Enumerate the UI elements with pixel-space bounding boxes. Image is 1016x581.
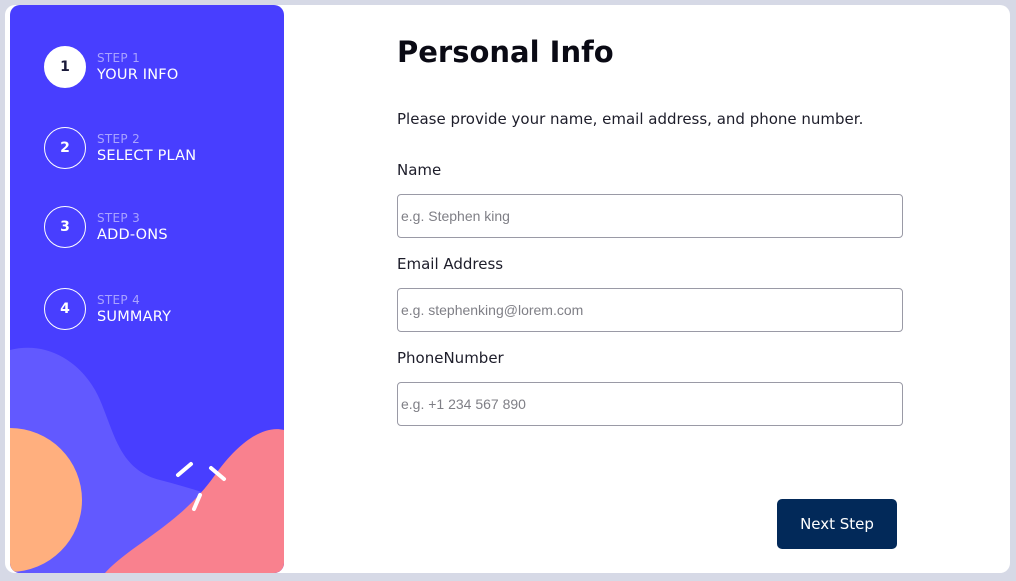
step-title: SUMMARY [97,309,172,325]
name-input[interactable] [397,194,903,238]
page-subtitle: Please provide your name, email address,… [397,110,864,128]
phone-input[interactable] [397,382,903,426]
step-3[interactable]: 3 STEP 3 ADD-ONS [44,206,168,248]
personal-info-form: Personal Info Please provide your name, … [397,5,917,573]
step-number-badge: 2 [44,127,86,169]
page-title: Personal Info [397,35,614,69]
step-title: SELECT PLAN [97,148,197,164]
step-4[interactable]: 4 STEP 4 SUMMARY [44,288,171,330]
step-label: STEP 4 [97,293,141,307]
step-label: STEP 2 [97,132,141,146]
step-label: STEP 1 [97,51,141,65]
step-number-badge: 1 [44,46,86,88]
email-label: Email Address [397,255,504,273]
form-card: 1 STEP 1 YOUR INFO 2 STEP 2 SELECT PLAN … [5,5,1010,573]
step-title: ADD-ONS [97,227,168,243]
step-number-badge: 4 [44,288,86,330]
step-title: YOUR INFO [97,67,179,83]
steps-sidebar: 1 STEP 1 YOUR INFO 2 STEP 2 SELECT PLAN … [10,5,284,573]
email-input[interactable] [397,288,903,332]
phone-label: PhoneNumber [397,349,504,367]
step-1[interactable]: 1 STEP 1 YOUR INFO [44,46,178,88]
step-number-badge: 3 [44,206,86,248]
step-label: STEP 3 [97,211,141,225]
next-step-button[interactable]: Next Step [777,499,897,549]
name-label: Name [397,161,442,179]
step-2[interactable]: 2 STEP 2 SELECT PLAN [44,127,196,169]
